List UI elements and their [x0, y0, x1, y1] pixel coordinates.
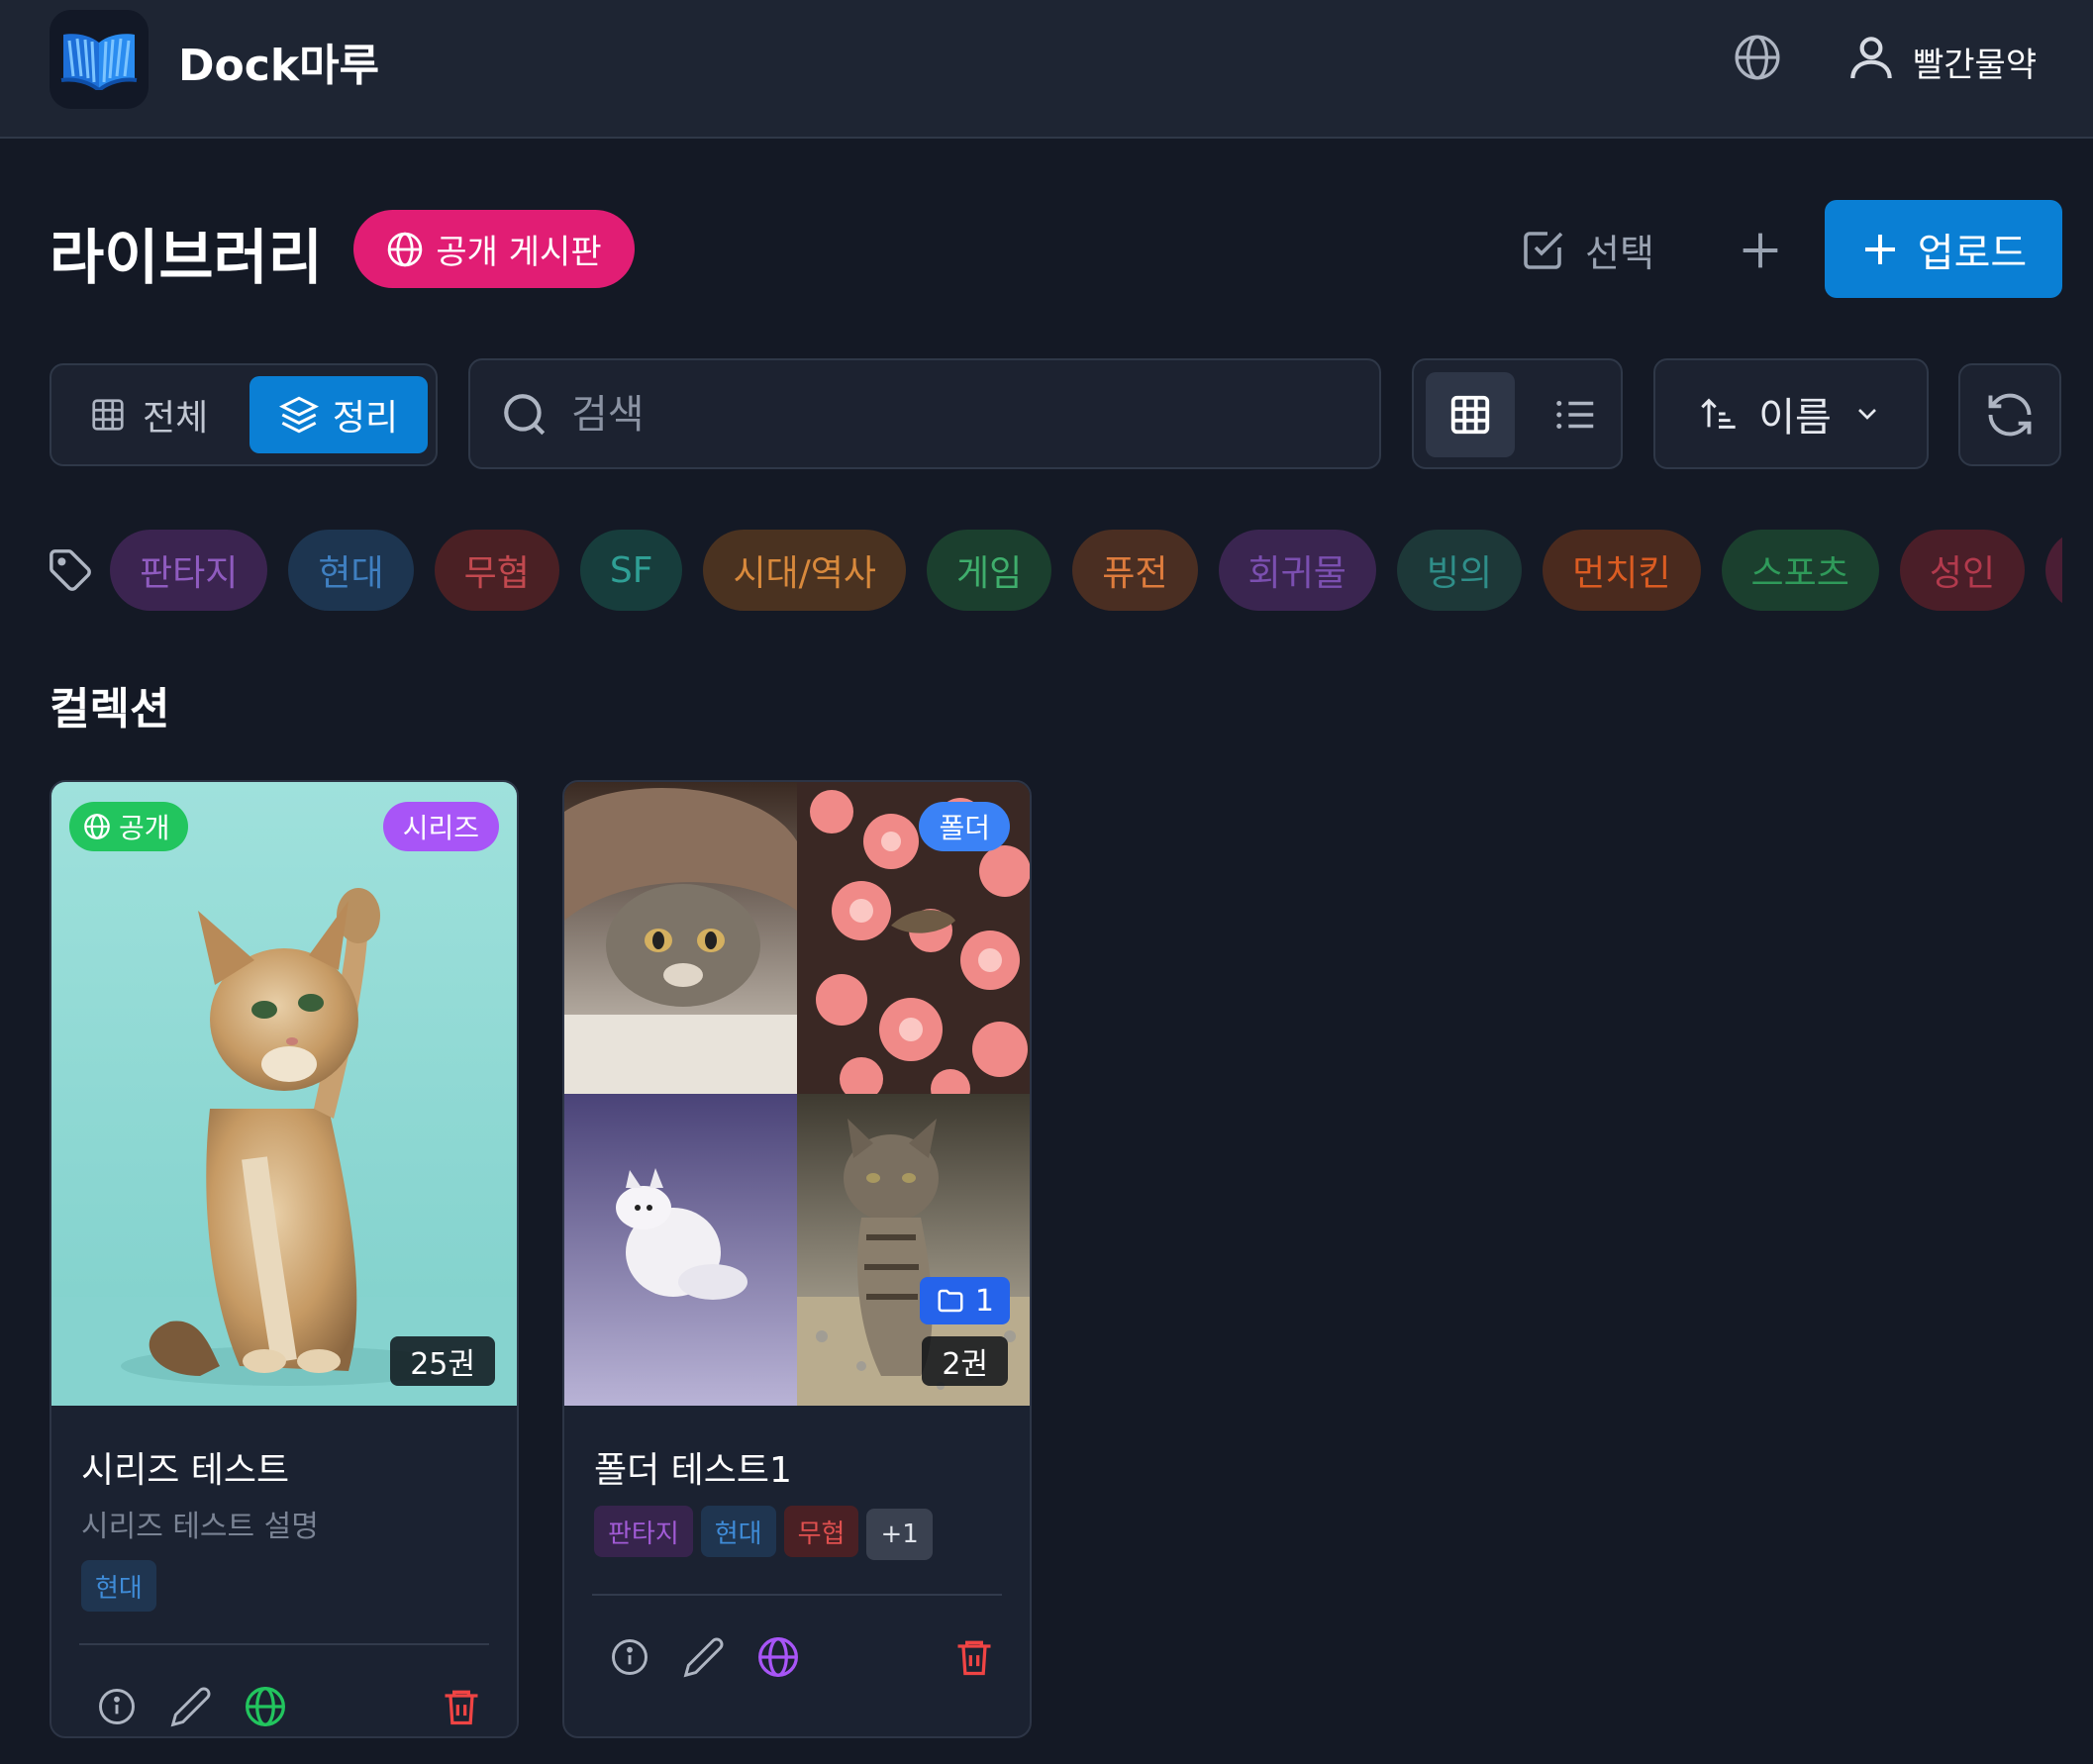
search-input[interactable]	[569, 380, 1346, 449]
page-title: 라이브러리	[50, 224, 323, 293]
sort-dropdown[interactable]: 이름	[1653, 358, 1929, 469]
tag-chip[interactable]: 시대/역사	[703, 530, 907, 611]
card-description: 시리즈 테스트 설명	[81, 1510, 319, 1544]
globe-icon	[84, 814, 110, 839]
list-view-button[interactable]	[1537, 372, 1616, 457]
tag-icon	[50, 549, 91, 591]
book-count-badge: 2권	[922, 1336, 1008, 1386]
book-logo-icon	[60, 34, 138, 90]
tag-chip[interactable]: 빙의	[1396, 530, 1523, 611]
view-mode-all[interactable]: 전체	[89, 383, 208, 446]
trash-icon[interactable]	[952, 1635, 996, 1679]
tag-filter-strip: 판타지현대무협SF시대/역사게임퓨전회귀물빙의먼치킨스포츠성인로	[110, 530, 2062, 611]
card-tags: 판타지 현대 무협 +1	[594, 1506, 941, 1560]
search-bar	[468, 358, 1381, 469]
tag-chip[interactable]: 먼치킨	[1543, 530, 1701, 611]
card-title[interactable]: 폴더 테스트1	[594, 1441, 792, 1493]
tag-chip[interactable]: 퓨전	[1072, 530, 1198, 611]
cover-image[interactable]: 공개 시리즈 25권	[51, 782, 517, 1406]
trash-icon[interactable]	[440, 1685, 483, 1728]
upload-button[interactable]: 업로드	[1825, 200, 2062, 298]
globe-icon	[388, 232, 423, 266]
card-divider	[592, 1594, 1002, 1596]
tag-chip[interactable]: 판타지	[110, 530, 268, 611]
username-label[interactable]: 빨간물약	[1913, 38, 2037, 86]
cover-image[interactable]: 폴더 1 2권	[564, 782, 1030, 1406]
sort-label: 이름	[1758, 395, 1832, 441]
tag-chip[interactable]: 회귀물	[1218, 530, 1376, 611]
app-logo[interactable]	[50, 10, 149, 109]
card-body: 폴더 테스트1 판타지 현대 무협 +1	[564, 1406, 1030, 1736]
plus-icon	[1864, 234, 1895, 264]
tag-chip[interactable]: SF	[579, 530, 683, 611]
cat-cover-image	[51, 782, 517, 1406]
select-button[interactable]: 선택	[1520, 218, 1654, 281]
pencil-icon[interactable]	[169, 1685, 213, 1728]
collection-card[interactable]: 공개 시리즈 25권 시리즈 테스트 시리즈 테스트 설명 현대	[50, 780, 519, 1738]
view-mode-all-label: 전체	[143, 398, 209, 439]
public-board-label: 공개 게시판	[436, 233, 602, 272]
subfolder-count-badge: 1	[919, 1277, 1010, 1324]
card-tag[interactable]: 현대	[700, 1506, 776, 1557]
card-tags: 현대	[81, 1560, 164, 1612]
grid-view-button[interactable]	[1426, 372, 1515, 457]
public-badge: 공개	[69, 802, 188, 851]
checkbox-icon	[1524, 232, 1563, 269]
tag-chip[interactable]: 무협	[434, 530, 559, 611]
card-actions	[51, 1685, 517, 1736]
card-tag[interactable]: 판타지	[594, 1506, 693, 1557]
globe-icon[interactable]	[1733, 33, 1782, 82]
list-view-icon	[1556, 401, 1594, 429]
chevron-down-icon	[1857, 409, 1876, 420]
card-tag[interactable]: 무협	[783, 1506, 859, 1557]
view-mode-organize[interactable]: 정리	[249, 376, 428, 453]
pencil-icon[interactable]	[682, 1635, 726, 1679]
refresh-icon	[1988, 393, 2032, 437]
public-board-button[interactable]: 공개 게시판	[353, 210, 635, 288]
book-count-badge: 25권	[390, 1336, 495, 1386]
info-icon[interactable]	[95, 1685, 139, 1728]
globe-icon[interactable]	[244, 1685, 287, 1728]
tag-filter-row: 판타지현대무협SF시대/역사게임퓨전회귀물빙의먼치킨스포츠성인로	[110, 530, 2062, 611]
collection-card[interactable]: 폴더 1 2권 폴더 테스트1 판타지 현대 무협 +1	[562, 780, 1032, 1738]
card-body: 시리즈 테스트 시리즈 테스트 설명 현대	[51, 1406, 517, 1736]
card-tag-more[interactable]: +1	[866, 1508, 933, 1560]
select-label: 선택	[1585, 231, 1654, 275]
view-mode-organize-label: 정리	[332, 398, 399, 439]
refresh-button[interactable]	[1958, 363, 2061, 466]
info-icon[interactable]	[608, 1635, 651, 1679]
subfolder-count: 1	[974, 1283, 994, 1319]
plus-icon[interactable]	[1735, 225, 1786, 276]
grid-icon	[92, 399, 124, 431]
app-title: Dock마루	[178, 41, 380, 91]
tag-chip[interactable]: 게임	[927, 530, 1052, 611]
top-bar: Dock마루 빨간물약	[0, 0, 2093, 139]
layout-toggle	[1412, 358, 1623, 469]
grid-view-icon	[1450, 395, 1490, 435]
sort-asc-icon	[1701, 398, 1736, 429]
upload-label: 업로드	[1917, 230, 2028, 276]
card-title[interactable]: 시리즈 테스트	[81, 1441, 289, 1493]
tag-chip[interactable]: 스포츠	[1721, 530, 1879, 611]
public-badge-label: 공개	[119, 812, 170, 844]
layers-icon	[278, 396, 319, 434]
card-tag[interactable]: 현대	[81, 1560, 156, 1612]
collections-heading: 컬렉션	[50, 684, 170, 735]
card-divider	[79, 1643, 489, 1645]
folder-badge: 폴더	[919, 802, 1010, 851]
card-actions	[564, 1635, 1030, 1695]
tag-chip[interactable]: 현대	[288, 530, 414, 611]
series-badge: 시리즈	[382, 802, 499, 851]
search-icon	[504, 394, 546, 436]
view-mode-toggle: 전체 정리	[50, 363, 438, 466]
folder-icon	[938, 1289, 963, 1313]
tag-chip[interactable]: 로	[2045, 530, 2062, 611]
globe-icon[interactable]	[756, 1635, 800, 1679]
user-icon[interactable]	[1844, 30, 1899, 85]
tag-chip[interactable]: 성인	[1899, 530, 2026, 611]
